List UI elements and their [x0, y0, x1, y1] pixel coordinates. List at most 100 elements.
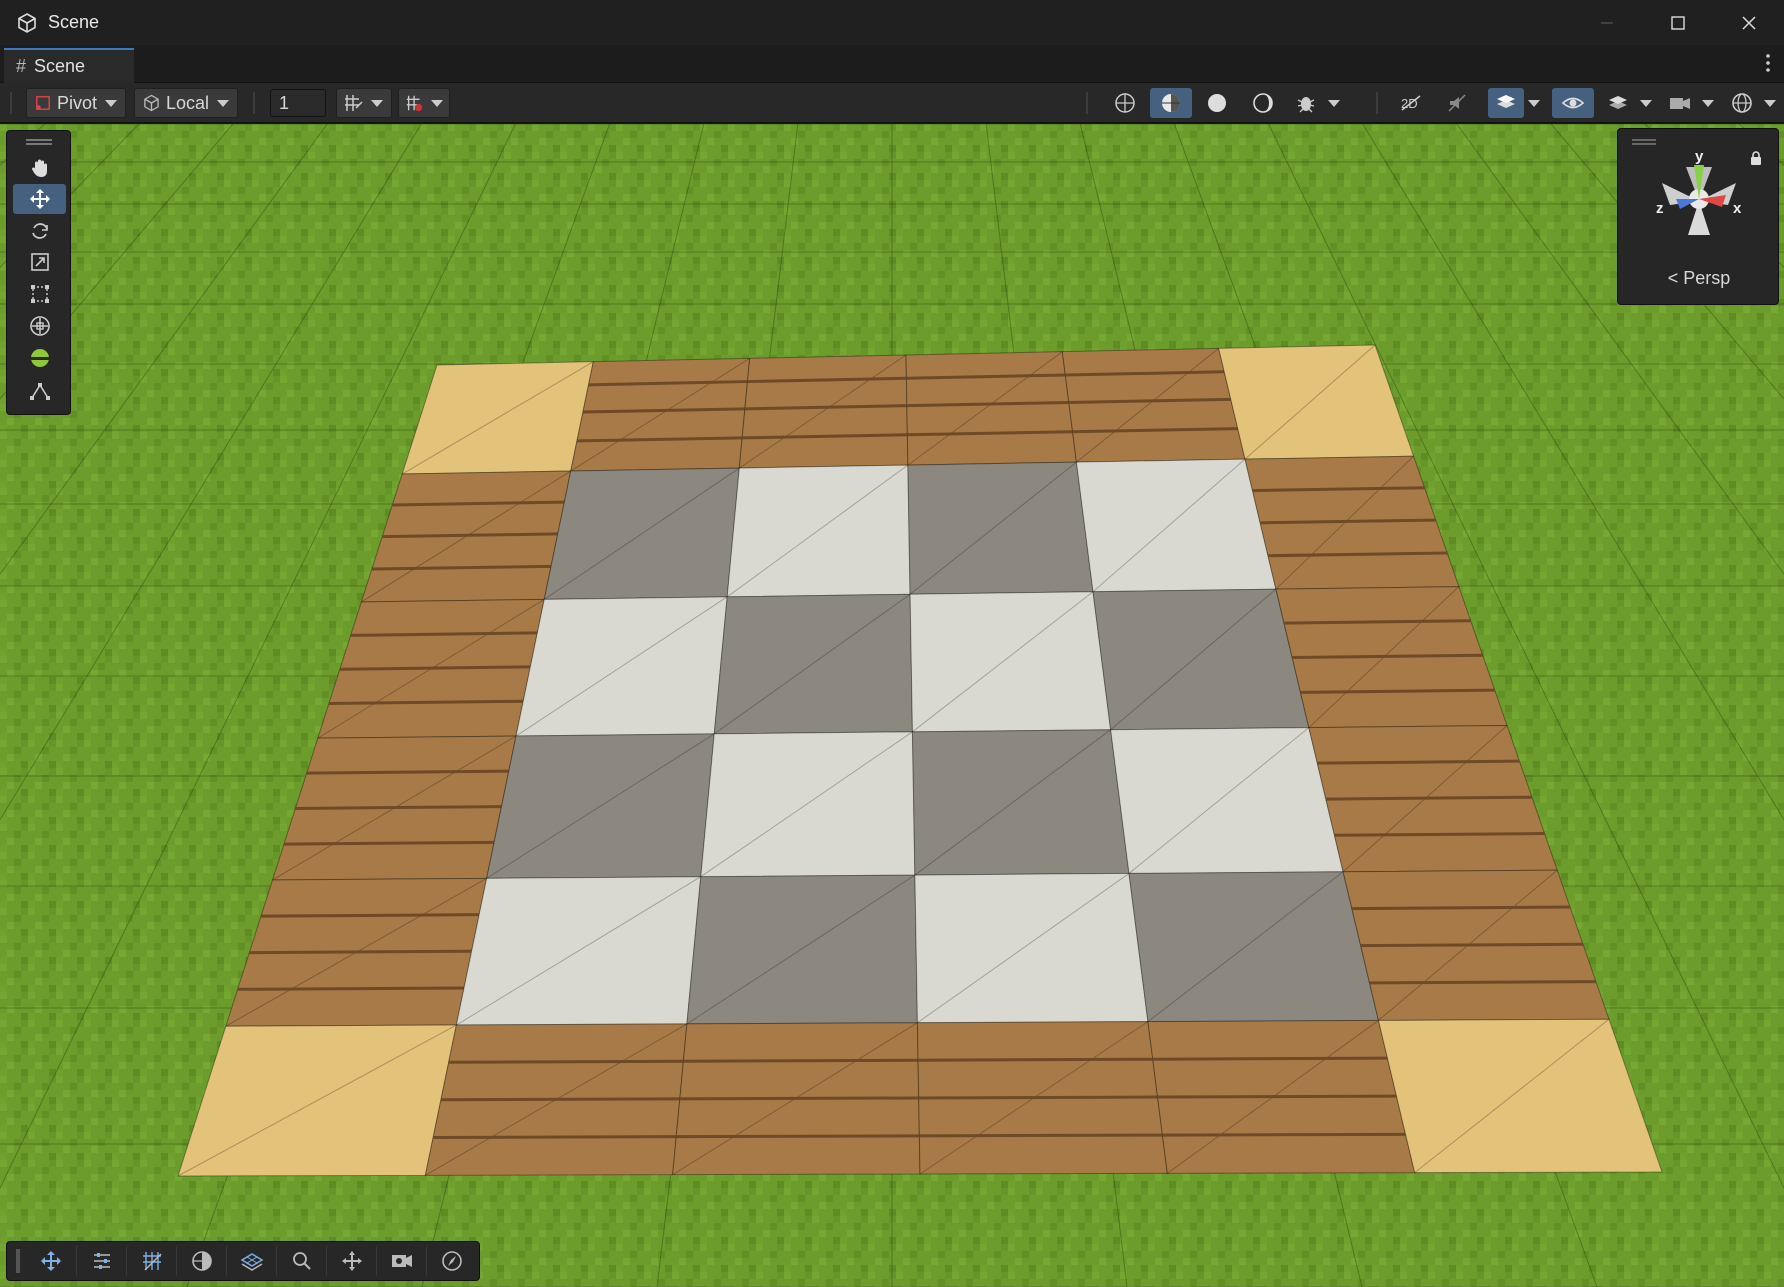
orientation-gizmo[interactable]: y x z < Persp [1617, 128, 1779, 305]
pivot-dropdown[interactable]: Pivot [26, 88, 126, 118]
draw-mode-unlit-button[interactable] [1242, 88, 1284, 118]
stone-tile[interactable] [1075, 458, 1277, 593]
visibility-toggle[interactable] [1552, 88, 1594, 118]
tab-label: Scene [34, 56, 86, 76]
camera-icon [391, 1255, 412, 1267]
plank-seam [306, 769, 509, 775]
move-icon [41, 1251, 61, 1271]
minimize-icon [1600, 21, 1613, 24]
plank-tile[interactable] [1061, 347, 1246, 463]
projection-toggle[interactable]: < Persp [1618, 268, 1780, 289]
bottom-overlay-toolbar [6, 1241, 480, 1281]
increment-snap-toggle[interactable] [398, 88, 450, 118]
minimize-button[interactable] [1571, 0, 1642, 45]
draw-mode-shaded-wire-button[interactable] [1150, 88, 1192, 118]
plank-seam [1152, 1056, 1388, 1061]
unity-cube-icon [16, 12, 38, 34]
visibility-eye-icon [1561, 97, 1585, 109]
layers-grid-icon [240, 1253, 263, 1271]
pivot-icon [341, 1251, 362, 1271]
layers-dropdown[interactable] [1636, 88, 1656, 118]
transform-tool-button[interactable] [13, 311, 66, 341]
path-tool-button[interactable] [13, 376, 66, 406]
sliders-icon [93, 1253, 110, 1269]
plank-seam [1325, 795, 1532, 801]
lighting-toggle[interactable]: 2D [1390, 88, 1432, 118]
scene-canvas[interactable] [0, 124, 1784, 1287]
plank-seam [283, 840, 495, 846]
custom-tool-sphere-icon [30, 349, 49, 367]
gizmos-dropdown[interactable] [1760, 88, 1780, 118]
local-dropdown[interactable]: Local [134, 88, 238, 118]
bottom-sliders-button[interactable] [76, 1245, 126, 1277]
debug-draw-button[interactable] [1288, 88, 1324, 118]
camera-settings-button[interactable] [1662, 88, 1698, 118]
bottom-compass-button[interactable] [426, 1245, 476, 1277]
draw-mode-shaded-button[interactable] [1196, 88, 1238, 118]
rect-tool-button[interactable] [13, 279, 66, 309]
scene-viewport[interactable] [0, 124, 1784, 1287]
bottom-move-button[interactable] [26, 1245, 76, 1277]
tab-scene[interactable]: # Scene [4, 48, 134, 83]
hand-tool-button[interactable] [13, 153, 66, 183]
plank-seam [448, 1059, 684, 1064]
axis-gizmo-icon[interactable]: y x z [1618, 139, 1780, 259]
plank-seam [1317, 759, 1520, 765]
plank-seam [237, 986, 465, 991]
back-glyph: < [1667, 268, 1679, 288]
sphere-solid-icon [1208, 94, 1226, 112]
window-title: Scene [48, 12, 100, 32]
move-tool-button[interactable] [13, 184, 66, 214]
stone-tile[interactable] [1110, 727, 1344, 874]
stone-tile[interactable] [1092, 588, 1310, 731]
gizmo-layers-dropdown[interactable] [1524, 88, 1544, 118]
scale-tool-button[interactable] [13, 247, 66, 277]
grid-snap-toggle[interactable] [336, 88, 392, 118]
custom-tool-button[interactable] [13, 343, 66, 373]
plank-seam [919, 1133, 1163, 1138]
transform-icon [29, 316, 50, 336]
layers-toggle[interactable] [1600, 88, 1636, 118]
bottom-grid-button[interactable] [126, 1245, 176, 1277]
compass-icon [441, 1251, 462, 1271]
maximize-button[interactable] [1642, 0, 1713, 45]
search-icon [292, 1252, 311, 1270]
plank-seam [1157, 1094, 1397, 1099]
debug-draw-dropdown[interactable] [1324, 88, 1344, 118]
local-label: Local [165, 92, 209, 113]
bottom-camera-button[interactable] [376, 1245, 426, 1277]
shaded-wire-globe-icon [1162, 94, 1180, 112]
gizmos-button[interactable] [1724, 88, 1760, 118]
plank-seam [260, 913, 480, 918]
tab-menu-button[interactable] [1762, 53, 1774, 73]
snap-increment-field[interactable]: 1 [270, 89, 326, 117]
bottom-pivot-button[interactable] [326, 1245, 376, 1277]
bottom-search-button[interactable] [276, 1245, 326, 1277]
rotate-tool-button[interactable] [13, 216, 66, 246]
global-gizmo-icon [1732, 93, 1752, 113]
globe-icon [191, 1251, 212, 1271]
scale-icon [30, 253, 49, 271]
draw-mode-wire-button[interactable] [1104, 88, 1146, 118]
audio-toggle[interactable] [1436, 88, 1478, 118]
lighting-off-icon: 2D [1401, 95, 1421, 111]
plank-seam [1351, 905, 1571, 911]
grid-hash-icon: # [16, 56, 27, 76]
plank-seam [679, 1096, 919, 1101]
bottom-layers-grid-button[interactable] [226, 1245, 276, 1277]
camera-icon [1670, 98, 1690, 109]
plank-seam [918, 1057, 1153, 1062]
plank-seam [1162, 1132, 1406, 1137]
stone-tile[interactable] [1128, 871, 1380, 1023]
gizmo-layers-toggle[interactable] [1488, 88, 1524, 118]
close-button[interactable] [1713, 0, 1784, 45]
bottom-globe-button[interactable] [176, 1245, 226, 1277]
grid-snap-icon [345, 95, 363, 111]
2d-wire-globe-icon [1115, 93, 1135, 113]
camera-dropdown[interactable] [1698, 88, 1718, 118]
increment-snap-icon [406, 95, 423, 112]
gizmo-axis-z: z [1656, 200, 1664, 217]
gizmo-axis-x: x [1733, 200, 1742, 217]
plank-seam [1360, 942, 1583, 948]
gizmo-axis-y: y [1695, 148, 1704, 165]
